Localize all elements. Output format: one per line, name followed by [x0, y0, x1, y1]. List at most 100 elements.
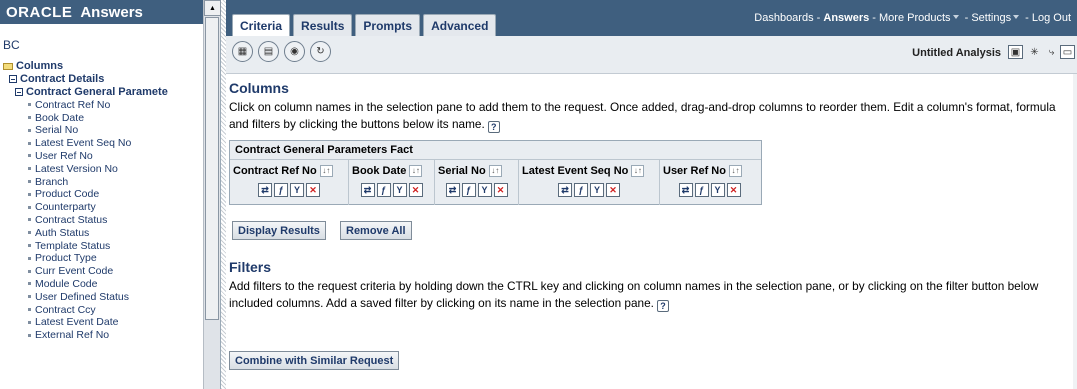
- bullet-icon: [28, 141, 31, 145]
- sort-icon[interactable]: ↓↑: [728, 165, 742, 177]
- column-action-icons: ⇄ ƒ Y ✕: [663, 183, 756, 197]
- tree-column-item[interactable]: Module Code: [3, 278, 220, 291]
- more-products-menu[interactable]: More Products: [879, 12, 951, 24]
- filter-icon[interactable]: Y: [290, 183, 304, 197]
- tree-column-item[interactable]: Contract Status: [3, 214, 220, 227]
- bullet-icon: [28, 167, 31, 171]
- help-icon[interactable]: ?: [656, 300, 669, 312]
- refresh-icon[interactable]: ↻: [310, 41, 331, 62]
- tree-column-label: User Defined Status: [35, 290, 129, 303]
- delete-icon[interactable]: ✕: [726, 183, 741, 197]
- dashboards-link[interactable]: Dashboards: [754, 12, 813, 24]
- tree-column-item[interactable]: User Defined Status: [3, 290, 220, 303]
- criteria-column-header: Latest Event Seq No ↓↑: [522, 164, 656, 178]
- tree-column-item[interactable]: Counterparty: [3, 201, 220, 214]
- column-properties-icon[interactable]: ⇄: [258, 183, 272, 197]
- column-properties-icon[interactable]: ⇄: [558, 183, 572, 197]
- remove-all-button[interactable]: Remove All: [340, 221, 412, 240]
- tree-column-item[interactable]: User Ref No: [3, 150, 220, 163]
- edit-formula-icon[interactable]: ƒ: [574, 183, 588, 197]
- criteria-column[interactable]: Serial No ↓↑ ⇄ ƒ Y ✕: [435, 160, 519, 205]
- delete-icon[interactable]: ✕: [408, 183, 423, 197]
- filter-icon[interactable]: Y: [590, 183, 604, 197]
- tree-column-item[interactable]: External Ref No: [3, 329, 220, 342]
- tree-node-contract-general-parameters[interactable]: Contract General Paramete: [3, 86, 220, 99]
- tab-prompts[interactable]: Prompts: [355, 14, 421, 36]
- tree-column-item[interactable]: Curr Event Code: [3, 265, 220, 278]
- tree-column-item[interactable]: Serial No: [3, 124, 220, 137]
- sort-icon[interactable]: ↓↑: [631, 165, 645, 177]
- analysis-name: Untitled Analysis: [912, 47, 1001, 59]
- tree-column-item[interactable]: Book Date: [3, 111, 220, 124]
- criteria-column[interactable]: Contract Ref No ↓↑ ⇄ ƒ Y ✕: [230, 160, 349, 205]
- bullet-icon: [28, 320, 31, 324]
- answers-link[interactable]: Answers: [823, 12, 869, 24]
- tree-column-item[interactable]: Template Status: [3, 239, 220, 252]
- combine-similar-request-button[interactable]: Combine with Similar Request: [229, 351, 400, 370]
- criteria-column-header: User Ref No ↓↑: [663, 164, 756, 178]
- edit-formula-icon[interactable]: ƒ: [461, 183, 476, 197]
- table-view-icon[interactable]: ▤: [258, 41, 279, 62]
- bullet-icon: [28, 128, 31, 132]
- tree-column-item[interactable]: Auth Status: [3, 226, 220, 239]
- logout-link[interactable]: Log Out: [1032, 12, 1071, 24]
- edit-formula-icon[interactable]: ƒ: [376, 183, 391, 197]
- tab-criteria[interactable]: Criteria: [232, 14, 291, 36]
- filter-icon[interactable]: Y: [477, 183, 492, 197]
- tree-column-item[interactable]: Contract Ref No: [3, 98, 220, 111]
- collapse-icon[interactable]: [15, 87, 23, 96]
- criteria-column[interactable]: Book Date ↓↑ ⇄ ƒ Y ✕: [349, 160, 435, 205]
- settings-menu[interactable]: Settings: [971, 12, 1011, 24]
- preview-icon[interactable]: ▣: [1008, 45, 1023, 59]
- bullet-icon: [28, 256, 31, 260]
- column-action-icons: ⇄ ƒ Y ✕: [352, 183, 431, 197]
- edit-formula-icon[interactable]: ƒ: [694, 183, 709, 197]
- criteria-toolbar: ▦ ▤ ◉ ↻ Untitled Analysis ▣ ✳ ⤷ ▭: [226, 36, 1077, 74]
- sort-icon[interactable]: ↓↑: [319, 165, 333, 177]
- tree-column-item[interactable]: Product Type: [3, 252, 220, 265]
- open-icon[interactable]: ⤷: [1044, 45, 1059, 59]
- edit-formula-icon[interactable]: ƒ: [274, 183, 288, 197]
- filters-heading: Filters: [229, 259, 272, 275]
- delete-icon[interactable]: ✕: [606, 183, 620, 197]
- new-request-icon[interactable]: ✳: [1027, 45, 1042, 59]
- help-icon[interactable]: ?: [487, 121, 500, 133]
- display-results-button[interactable]: Display Results: [232, 221, 326, 240]
- criteria-column-name: Serial No: [438, 165, 486, 177]
- tree-column-item[interactable]: Product Code: [3, 188, 220, 201]
- bullet-icon: [28, 231, 31, 235]
- sort-icon[interactable]: ↓↑: [409, 165, 423, 177]
- column-properties-icon[interactable]: ⇄: [445, 183, 460, 197]
- tree-column-item[interactable]: Contract Ccy: [3, 303, 220, 316]
- collapse-icon[interactable]: [9, 75, 17, 84]
- save-icon[interactable]: ▭: [1060, 45, 1075, 59]
- scroll-thumb[interactable]: [205, 17, 219, 320]
- column-properties-icon[interactable]: ⇄: [360, 183, 375, 197]
- tab-results[interactable]: Results: [293, 14, 353, 36]
- criteria-column[interactable]: User Ref No ↓↑ ⇄ ƒ Y ✕: [660, 160, 759, 205]
- selection-pane: ORACLE Answers BC Columns Contract Detai…: [0, 0, 221, 389]
- tree-column-item[interactable]: Branch: [3, 175, 220, 188]
- tree-node-contract-details[interactable]: Contract Details: [3, 73, 220, 86]
- chevron-down-icon[interactable]: [952, 15, 959, 19]
- criteria-column[interactable]: Latest Event Seq No ↓↑ ⇄ ƒ Y ✕: [519, 160, 660, 205]
- tree-column-item[interactable]: Latest Version No: [3, 162, 220, 175]
- tree-column-label: Contract Ref No: [35, 98, 111, 111]
- tree-column-item[interactable]: Latest Event Date: [3, 316, 220, 329]
- chevron-down-icon[interactable]: [1013, 15, 1020, 19]
- filter-view-icon[interactable]: ◉: [284, 41, 305, 62]
- filter-icon[interactable]: Y: [710, 183, 725, 197]
- tree-column-item[interactable]: Latest Event Seq No: [3, 137, 220, 150]
- criteria-column-name: User Ref No: [663, 165, 726, 177]
- delete-icon[interactable]: ✕: [306, 183, 320, 197]
- filter-icon[interactable]: Y: [392, 183, 407, 197]
- bullet-icon: [28, 116, 31, 120]
- sort-icon[interactable]: ↓↑: [488, 165, 502, 177]
- delete-icon[interactable]: ✕: [493, 183, 508, 197]
- tree-scrollbar[interactable]: ▲: [203, 0, 221, 389]
- tree-node-columns[interactable]: Columns: [3, 60, 220, 73]
- column-properties-icon[interactable]: ▦: [232, 41, 253, 62]
- scroll-up-arrow-icon[interactable]: ▲: [204, 0, 221, 16]
- tab-advanced[interactable]: Advanced: [423, 14, 497, 36]
- column-properties-icon[interactable]: ⇄: [678, 183, 693, 197]
